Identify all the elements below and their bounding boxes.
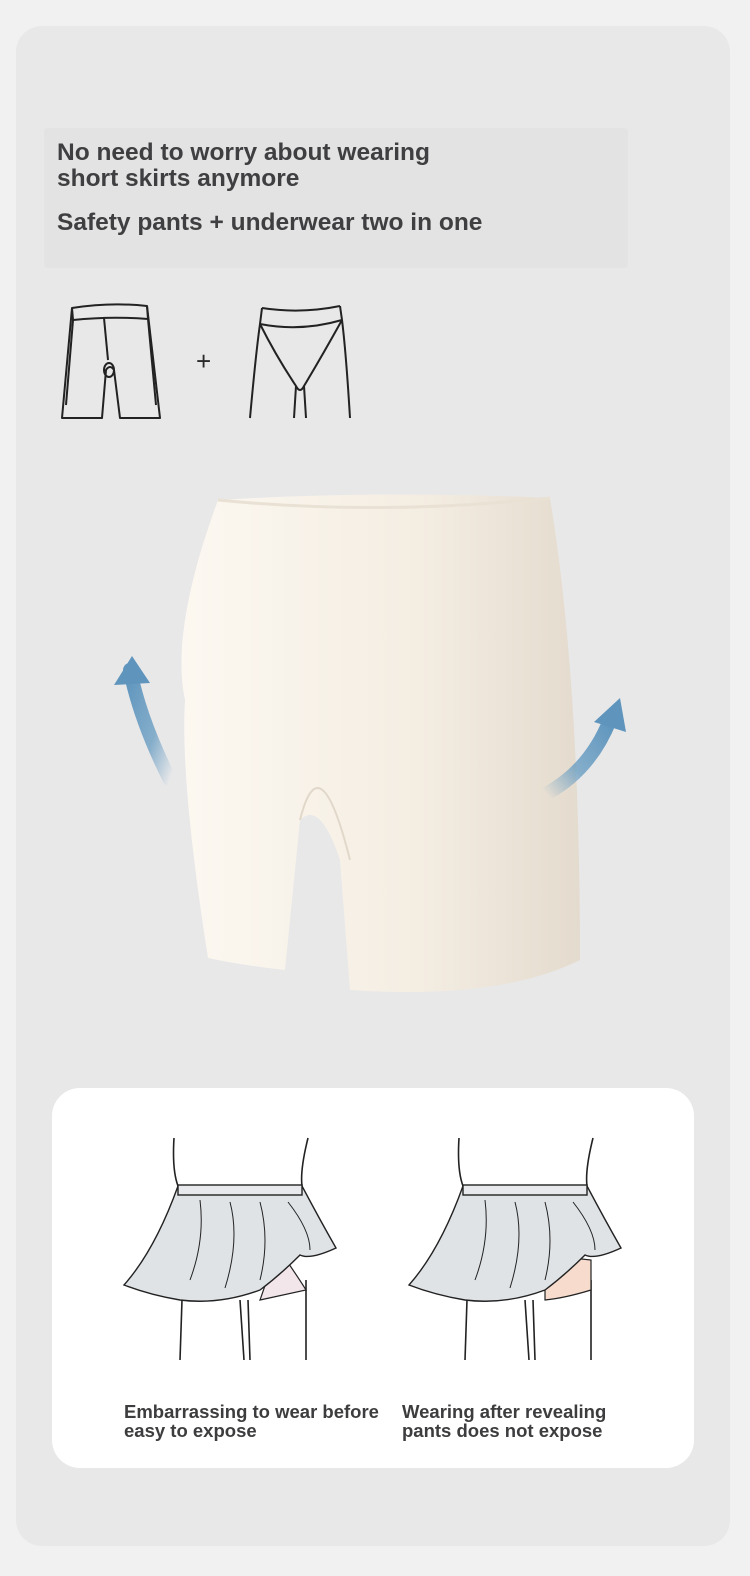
before-caption: Embarrassing to wear before easy to expo… <box>124 1401 379 1441</box>
after-caption: Wearing after revealing pants does not e… <box>402 1401 607 1441</box>
subheadline: Safety pants + underwear two in one <box>57 209 483 236</box>
boxer-shorts-icon <box>56 300 166 429</box>
plus-sign: + <box>196 346 212 376</box>
briefs-icon <box>246 302 356 431</box>
after-illustration <box>395 1130 635 1375</box>
product-image <box>100 480 640 1015</box>
headline: No need to worry about wearing short ski… <box>57 139 430 192</box>
before-illustration <box>110 1130 350 1375</box>
